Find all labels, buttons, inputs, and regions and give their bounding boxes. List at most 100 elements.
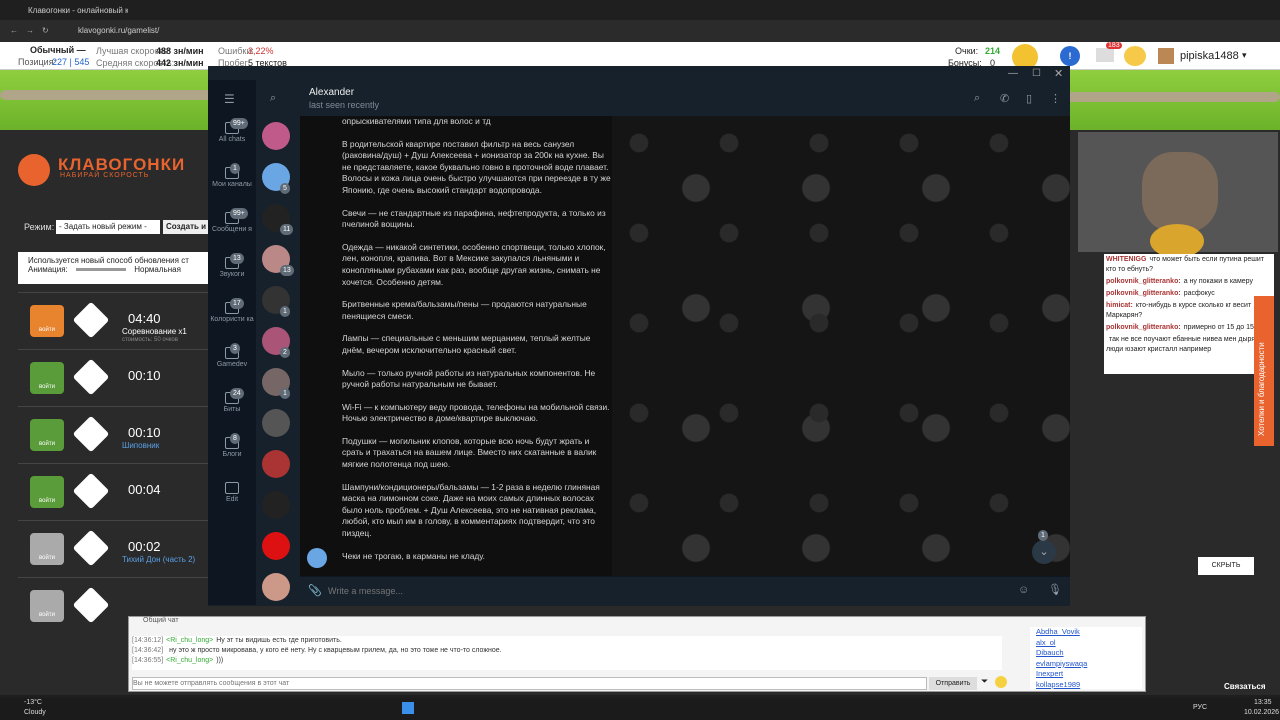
race-row: войти 00:10 Шиповник xyxy=(18,406,208,461)
notice-box: Используется новый способ обновления ст … xyxy=(18,252,210,284)
contact-status: last seen recently xyxy=(309,100,380,110)
folder-label: Мои каналы xyxy=(212,181,252,188)
send-button[interactable]: Отправить xyxy=(929,677,977,690)
message-paragraph: Лампы — специальные с меньшим мерцанием,… xyxy=(342,333,591,355)
chat-log: [14:36:12] <Ri_chu_long> Ну эт ты видишь е… xyxy=(132,636,1002,670)
folder-item[interactable]: Биты 24 xyxy=(208,388,256,413)
stream-text: примерно от 15 до 1500 xyxy=(1183,324,1262,331)
chat-text: ))) xyxy=(216,657,224,664)
chat-user[interactable]: alx_ol xyxy=(1030,638,1142,649)
folder-label: Gamedev xyxy=(216,361,248,368)
more-icon[interactable]: ⋮ xyxy=(1050,92,1061,105)
chat-time: [14:36:12] xyxy=(132,637,164,644)
forward-icon[interactable]: → xyxy=(26,20,34,42)
folder-item[interactable]: Мои каналы 1 xyxy=(208,163,256,188)
race-title[interactable]: Тихий Дон (часть 2) xyxy=(122,555,212,564)
folder-item[interactable]: Колористи ка 17 xyxy=(208,298,256,323)
minimize-icon[interactable]: — xyxy=(1008,68,1018,79)
filter-icon[interactable]: ⏷ xyxy=(981,676,988,687)
chat-user[interactable]: Abdha_Vovik xyxy=(1030,627,1142,638)
browser-tab[interactable]: Клавогонки - онлайновый кл... xyxy=(28,2,128,20)
sidebar-toggle-icon[interactable]: ▯ xyxy=(1026,92,1032,105)
info-icon[interactable]: ! xyxy=(1060,46,1080,66)
maximize-icon[interactable]: ☐ xyxy=(1032,68,1041,79)
start-icon[interactable] xyxy=(402,702,414,714)
stream-nick: polkovnik_glitteranko: xyxy=(1106,290,1181,297)
chat-avatar[interactable] xyxy=(262,122,290,150)
chat-user[interactable]: Inexpert xyxy=(1030,669,1142,680)
folder-label: Биты xyxy=(223,406,241,413)
clock-time[interactable]: 13:35 xyxy=(1254,699,1272,706)
chat-avatar[interactable] xyxy=(262,573,290,601)
chat-user[interactable]: Dibauch xyxy=(1030,648,1142,659)
notice-text: Используется новый способ обновления ст xyxy=(28,256,189,265)
message-input[interactable] xyxy=(328,583,1018,599)
reload-icon[interactable]: ↻ xyxy=(42,20,49,42)
chat-nick[interactable]: <Ri_chu_long> xyxy=(166,657,213,664)
search-icon[interactable]: ⌕ xyxy=(270,92,276,105)
back-icon[interactable]: ← xyxy=(10,20,18,42)
chat-avatar[interactable] xyxy=(262,409,290,437)
folder-item[interactable]: All chats 99+ xyxy=(208,118,256,143)
position-value[interactable]: 227 | 545 xyxy=(52,57,89,67)
smile-icon[interactable] xyxy=(995,676,1007,688)
medal-icon xyxy=(1150,224,1204,258)
mode-select[interactable]: - Задать новый режим - xyxy=(56,220,160,234)
menu-icon[interactable]: ☰ xyxy=(224,92,235,106)
chat-nick[interactable]: <Ri_chu_long> xyxy=(166,637,213,644)
message-paragraph: Шампуни/кондиционеры/бальзамы — 1-2 раза… xyxy=(342,481,600,539)
sender-avatar[interactable] xyxy=(307,548,327,568)
race-title[interactable]: Шиповник xyxy=(122,441,212,450)
chat-avatar[interactable] xyxy=(262,532,290,560)
sun-icon[interactable] xyxy=(1124,46,1146,66)
stream-line: polkovnik_glitteranko: а ну покажи в каме… xyxy=(1104,276,1274,288)
mail-icon[interactable] xyxy=(1096,48,1114,62)
microphone-icon[interactable]: 🎙 xyxy=(1048,583,1062,596)
username[interactable]: pipiska1488 xyxy=(1180,50,1239,62)
animation-slider[interactable] xyxy=(76,268,127,272)
scroll-down-icon[interactable]: ⌄ xyxy=(1032,540,1056,564)
url-field[interactable]: klavogonki.ru/gamelist/ xyxy=(78,20,159,42)
race-type-icon xyxy=(72,586,110,624)
close-icon[interactable]: ✕ xyxy=(1054,67,1063,80)
contact-name[interactable]: Alexander xyxy=(309,87,354,98)
enter-race-button[interactable]: войти xyxy=(30,362,64,394)
chat-unread-badge: 5 xyxy=(280,183,290,194)
enter-race-button[interactable]: войти xyxy=(30,590,64,622)
enter-race-button[interactable]: войти xyxy=(30,476,64,508)
folder-item[interactable]: Gamedev 3 xyxy=(208,343,256,368)
folder-item[interactable]: Сообщени я 99+ xyxy=(208,208,256,233)
avatar[interactable] xyxy=(1158,48,1174,64)
message-bubble[interactable]: опрыскивателями типа для волос и тд В род… xyxy=(336,116,612,576)
hide-button[interactable]: СКРЫТЬ xyxy=(1198,557,1254,575)
chat-text: Ну эт ты видишь есть где приготовить. xyxy=(216,637,342,644)
folder-item[interactable]: Звукоги 13 xyxy=(208,253,256,278)
chat-avatar[interactable] xyxy=(262,491,290,519)
create-button[interactable]: Создать и xyxy=(163,220,209,234)
folder-item[interactable]: Блоги 8 xyxy=(208,433,256,458)
enter-race-button[interactable]: войти xyxy=(30,419,64,451)
folder-item[interactable]: Edit xyxy=(208,482,256,503)
chat-user[interactable]: kollapse1989 xyxy=(1030,680,1142,691)
enter-race-button[interactable]: войти xyxy=(30,533,64,565)
chevron-down-icon[interactable]: ▾ xyxy=(1242,50,1247,61)
webcam-overlay xyxy=(1078,132,1278,258)
chat-background-pattern xyxy=(612,116,1070,576)
chat-input[interactable] xyxy=(132,677,927,690)
stream-text: так не все поучают ебанные нивеа мен дыр… xyxy=(1106,336,1270,353)
emoji-icon[interactable]: ☺ xyxy=(1018,584,1029,596)
language[interactable]: РУС xyxy=(1193,704,1207,711)
message-paragraph: В родительской квартире поставил фильтр … xyxy=(342,138,611,195)
folder-badge: 1 xyxy=(230,163,240,174)
feedback-tab[interactable]: Хотелки и благодарности xyxy=(1254,296,1274,446)
attach-icon[interactable]: 📎 xyxy=(308,584,322,597)
chat-user[interactable]: evlampiyswaqa xyxy=(1030,659,1142,670)
chat-avatar[interactable] xyxy=(262,450,290,478)
enter-race-button[interactable]: войти xyxy=(30,305,64,337)
browser-tab-bar: Клавогонки - онлайновый кл... xyxy=(0,0,1280,20)
contact-button[interactable]: Связаться xyxy=(1224,682,1266,691)
clock-date[interactable]: 10.02.2026 xyxy=(1244,709,1279,716)
search-icon[interactable]: ⌕ xyxy=(974,92,980,105)
phone-icon[interactable]: ✆ xyxy=(1000,92,1009,105)
message-paragraph: Wi-Fi — к компьютеру веду провода, телеф… xyxy=(342,401,610,424)
